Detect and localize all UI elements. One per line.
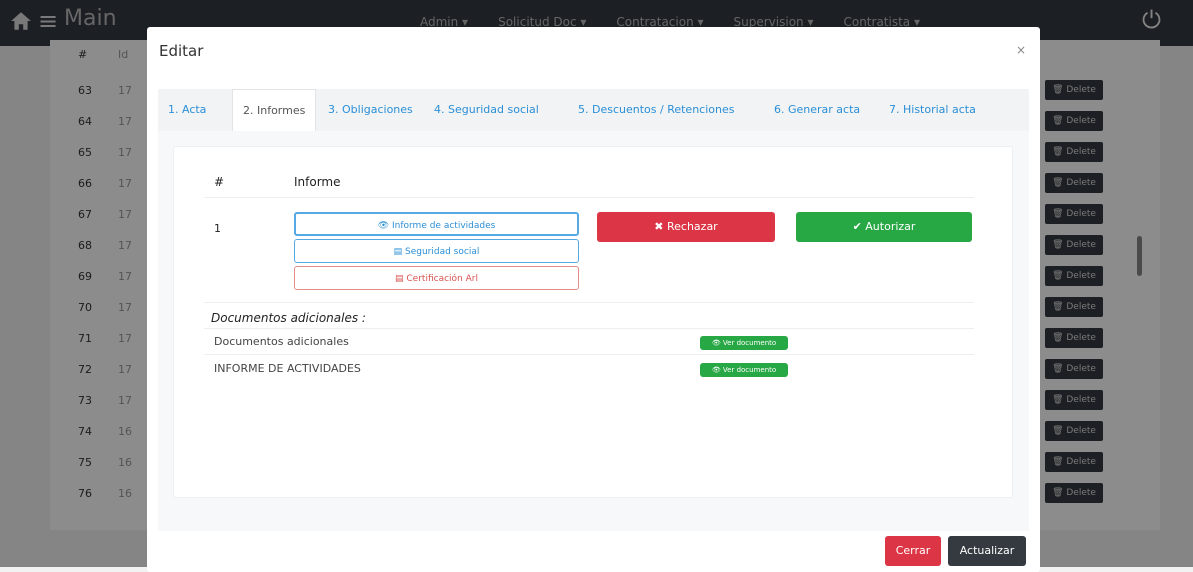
ver-documento-button[interactable]: 👁 Ver documento	[700, 363, 788, 377]
certificacion-arl-button[interactable]: ▤ Certificación Arl	[294, 266, 579, 290]
doc-divider	[204, 328, 974, 329]
table-header-divider	[204, 197, 974, 198]
tab-bar: 1. Acta 2. Informes 3. Obligaciones 4. S…	[158, 89, 1029, 132]
documentos-adicionales-heading: Documentos adicionales :	[211, 311, 366, 325]
ver-documento-button[interactable]: 👁 Ver documento	[700, 336, 788, 350]
close-icon[interactable]: ×	[1016, 43, 1026, 57]
doc-divider	[204, 354, 974, 355]
column-header-informe: Informe	[294, 175, 341, 189]
modal-title: Editar	[159, 42, 204, 60]
informes-card: # Informe 1 👁 Informe de actividades ▤ S…	[173, 146, 1013, 498]
tab-informes[interactable]: 2. Informes	[232, 89, 317, 132]
tab-generar-acta[interactable]: 6. Generar acta	[774, 89, 860, 131]
doc-name-documentos-adicionales: Documentos adicionales	[214, 335, 349, 348]
tab-historial-acta[interactable]: 7. Historial acta	[889, 89, 976, 131]
tab-acta[interactable]: 1. Acta	[168, 89, 206, 131]
informe-actividades-button[interactable]: 👁 Informe de actividades	[294, 212, 579, 236]
autorizar-button[interactable]: ✔ Autorizar	[796, 212, 972, 242]
section-divider	[204, 302, 974, 303]
cerrar-button[interactable]: Cerrar	[885, 536, 941, 566]
actualizar-button[interactable]: Actualizar	[948, 536, 1026, 566]
tab-obligaciones[interactable]: 3. Obligaciones	[328, 89, 413, 131]
seguridad-social-button[interactable]: ▤ Seguridad social	[294, 239, 579, 263]
doc-name-informe-actividades: INFORME DE ACTIVIDADES	[214, 362, 361, 375]
row-number: 1	[214, 222, 221, 235]
edit-modal: Editar × 1. Acta 2. Informes 3. Obligaci…	[147, 27, 1040, 572]
column-header-number: #	[214, 175, 225, 189]
rechazar-button[interactable]: ✖ Rechazar	[597, 212, 775, 242]
tab-seguridad-social[interactable]: 4. Seguridad social	[434, 89, 539, 131]
tab-panel-informes: # Informe 1 👁 Informe de actividades ▤ S…	[158, 131, 1029, 531]
tab-descuentos-retenciones[interactable]: 5. Descuentos / Retenciones	[578, 89, 734, 131]
